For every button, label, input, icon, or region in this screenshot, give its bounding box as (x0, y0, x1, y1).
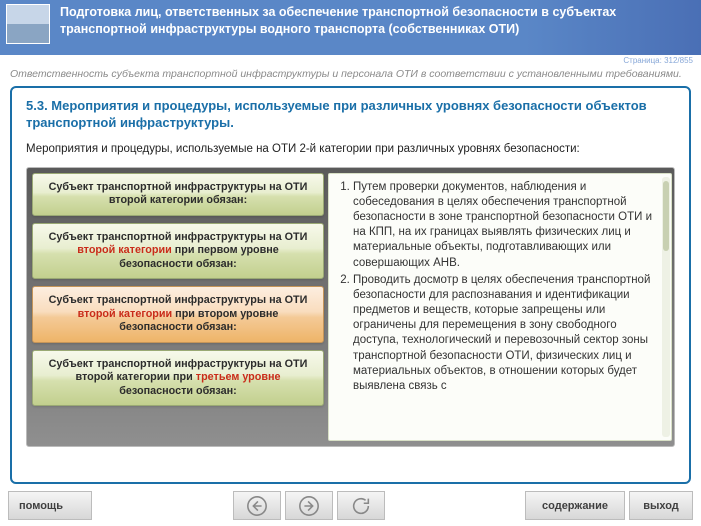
tab-content: Путем проверки документов, наблюдения и … (328, 173, 672, 441)
list-item: Путем проверки документов, наблюдения и … (353, 180, 665, 271)
next-button[interactable] (285, 491, 333, 520)
breadcrumb-subtitle: Ответственность субъекта транспортной ин… (0, 65, 701, 86)
header-title: Подготовка лиц, ответственных за обеспеч… (60, 4, 693, 38)
spacer (96, 491, 229, 520)
prev-button[interactable] (233, 491, 281, 520)
refresh-button[interactable] (337, 491, 385, 520)
scrollbar[interactable] (662, 177, 670, 437)
footer-nav: помощь содержание выход (0, 486, 701, 526)
refresh-icon (350, 495, 372, 517)
tab-3[interactable]: Субъект транспортной инфраструктуры на О… (32, 286, 324, 342)
content-list: Путем проверки документов, наблюдения и … (335, 180, 665, 394)
list-item: Проводить досмотр в целях обеспечения тр… (353, 273, 665, 394)
tab-label-post: безопасности обязан: (119, 385, 237, 397)
content-frame: 5.3. Мероприятия и процедуры, используем… (10, 86, 691, 484)
spacer (389, 491, 522, 520)
toc-button[interactable]: содержание (525, 491, 625, 520)
tab-1[interactable]: Субъект транспортной инфраструктуры на О… (32, 173, 324, 216)
tab-2[interactable]: Субъект транспортной инфраструктуры на О… (32, 223, 324, 279)
intro-text: Мероприятия и процедуры, используемые на… (26, 142, 675, 157)
page-counter: Страница: 312/855 (0, 55, 701, 65)
toc-label: содержание (542, 500, 608, 512)
tab-4[interactable]: Субъект транспортной инфраструктуры на О… (32, 350, 324, 406)
tab-label-hl: второй категории (78, 308, 173, 320)
tab-label-hl: третьем уровне (196, 371, 281, 383)
arrow-left-icon (246, 495, 268, 517)
help-label: помощь (19, 500, 63, 512)
header-thumbnail (6, 4, 50, 44)
tab-panel: Субъект транспортной инфраструктуры на О… (26, 167, 675, 447)
tab-label: Субъект транспортной инфраструктуры на О… (49, 181, 308, 206)
header: Подготовка лиц, ответственных за обеспеч… (0, 0, 701, 55)
scrollbar-thumb[interactable] (663, 181, 669, 251)
tab-label-pre: Субъект транспортной инфраструктуры на О… (49, 294, 308, 306)
section-title: 5.3. Мероприятия и процедуры, используем… (26, 98, 675, 132)
arrow-right-icon (298, 495, 320, 517)
help-button[interactable]: помощь (8, 491, 92, 520)
tab-list: Субъект транспортной инфраструктуры на О… (32, 173, 328, 441)
tab-label-hl: второй категории (77, 244, 172, 256)
exit-label: выход (643, 500, 679, 512)
tab-label-pre: Субъект транспортной инфраструктуры на О… (49, 231, 308, 243)
exit-button[interactable]: выход (629, 491, 693, 520)
